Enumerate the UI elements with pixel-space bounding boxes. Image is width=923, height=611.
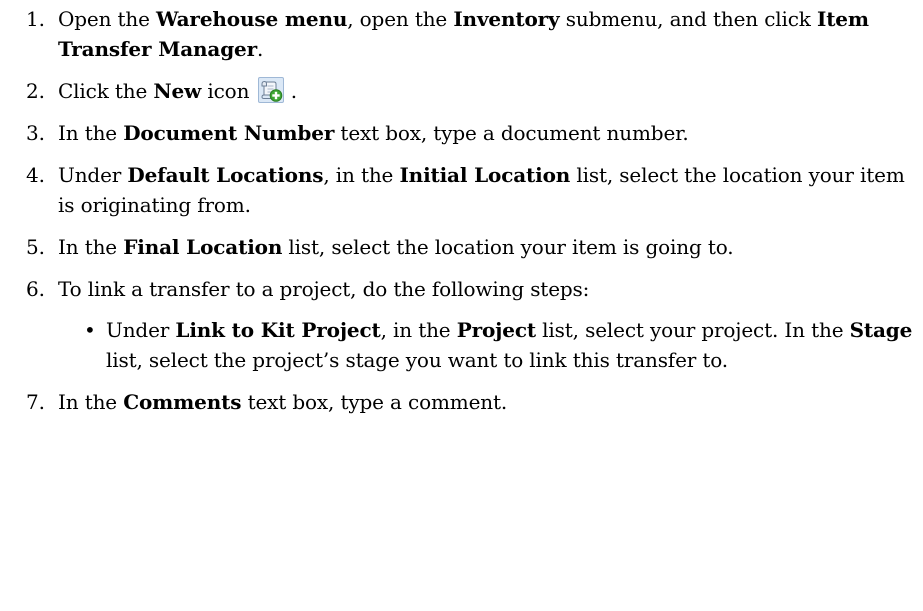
bold-term: Project xyxy=(456,318,536,342)
substep-text: Under Link to Kit Project, in the Projec… xyxy=(106,318,913,372)
step-item: 2. Click the New icon . xyxy=(26,76,921,106)
step-number: 3. xyxy=(26,121,45,145)
instruction-steps: 1. Open the Warehouse menu, open the Inv… xyxy=(26,4,921,429)
step-text: In the Comments text box, type a comment… xyxy=(58,390,508,414)
bullet-point: • xyxy=(84,318,96,342)
bold-term: Initial Location xyxy=(399,163,571,187)
substep-item: • Under Link to Kit Project, in the Proj… xyxy=(58,315,921,375)
step-number: 7. xyxy=(26,390,45,414)
step-text: Click the New icon . xyxy=(58,77,297,103)
step-item: 5. In the Final Location list, select th… xyxy=(26,232,921,262)
step-item: 6. To link a transfer to a project, do t… xyxy=(26,274,921,375)
step-text: In the Document Number text box, type a … xyxy=(58,121,689,145)
bold-term: Comments xyxy=(123,390,242,414)
bold-term: Stage xyxy=(849,318,913,342)
bold-term: Final Location xyxy=(123,235,283,259)
step-text: To link a transfer to a project, do the … xyxy=(58,277,590,301)
step-number: 6. xyxy=(26,277,45,301)
bold-term: Inventory xyxy=(453,7,560,31)
step-item: 4. Under Default Locations, in the Initi… xyxy=(26,160,921,220)
step-text: In the Final Location list, select the l… xyxy=(58,235,734,259)
step-number: 1. xyxy=(26,7,45,31)
bold-term: Document Number xyxy=(123,121,335,145)
bold-term: Warehouse menu xyxy=(156,7,348,31)
step-item: 1. Open the Warehouse menu, open the Inv… xyxy=(26,4,921,64)
step-item: 3. In the Document Number text box, type… xyxy=(26,118,921,148)
step-text: Under Default Locations, in the Initial … xyxy=(58,163,905,217)
new-document-icon xyxy=(257,77,284,103)
bold-term: New xyxy=(153,79,202,103)
step-number: 4. xyxy=(26,163,45,187)
step-item: 7. In the Comments text box, type a comm… xyxy=(26,387,921,417)
bold-term: Link to Kit Project xyxy=(175,318,381,342)
step-text: Open the Warehouse menu, open the Invent… xyxy=(58,7,869,61)
step-number: 2. xyxy=(26,79,45,103)
step-number: 5. xyxy=(26,235,45,259)
substep-list: • Under Link to Kit Project, in the Proj… xyxy=(58,315,921,375)
bold-term: Default Locations xyxy=(127,163,324,187)
